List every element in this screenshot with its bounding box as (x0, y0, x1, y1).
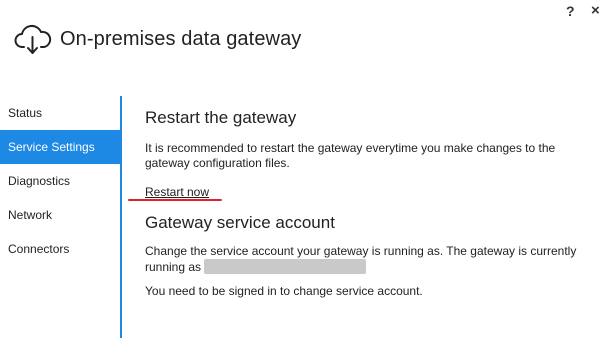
signin-note: You need to be signed in to change servi… (145, 284, 423, 298)
restart-description: It is recommended to restart the gateway… (145, 141, 556, 170)
sidebar-item-network[interactable]: Network (0, 198, 120, 232)
sidebar-item-connectors[interactable]: Connectors (0, 232, 120, 266)
close-button[interactable]: × (591, 2, 600, 20)
help-button[interactable]: ? (566, 2, 575, 20)
restart-now-link[interactable]: Restart now (145, 185, 209, 199)
account-heading: Gateway service account (145, 213, 335, 232)
account-description: Change the service account your gateway … (145, 244, 595, 275)
sidebar-item-service-settings[interactable]: Service Settings (0, 130, 120, 164)
red-underline-annotation (128, 199, 222, 201)
restart-heading: Restart the gateway (145, 108, 297, 127)
redacted-account-name (204, 259, 367, 274)
sidebar-divider (120, 96, 122, 338)
app-header: On-premises data gateway (14, 22, 301, 56)
app-title: On-premises data gateway (60, 27, 302, 50)
sidebar-item-diagnostics[interactable]: Diagnostics (0, 164, 120, 198)
sidebar-item-status[interactable]: Status (0, 96, 120, 130)
cloud-upload-icon (14, 23, 52, 55)
sidebar-nav: Status Service Settings Diagnostics Netw… (0, 96, 120, 266)
service-settings-panel: Restart the gateway It is recommended to… (128, 108, 595, 299)
